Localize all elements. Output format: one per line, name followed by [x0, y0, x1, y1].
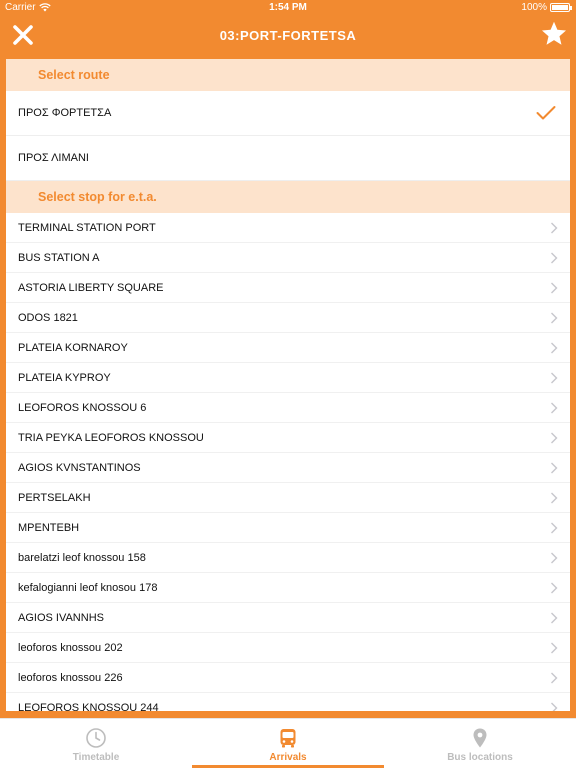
stop-item[interactable]: leoforos knossou 202	[6, 633, 570, 663]
page-title: 03:PORT-FORTETSA	[219, 28, 357, 43]
star-icon	[541, 21, 567, 45]
stop-item[interactable]: barelatzi leof knossou 158	[6, 543, 570, 573]
stop-label: TERMINAL STATION PORT	[18, 221, 156, 234]
stop-label: AGIOS IVANNHS	[18, 611, 104, 624]
chevron-right-icon	[551, 372, 558, 384]
chevron-right-icon	[551, 252, 558, 264]
stop-label: leoforos knossou 202	[18, 641, 123, 654]
stop-label: AGIOS KVNSTANTINOS	[18, 461, 141, 474]
chevron-right-icon	[551, 222, 558, 234]
stop-label: BUS STATION A	[18, 251, 100, 264]
stop-item[interactable]: LEOFOROS KNOSSOU 244	[6, 693, 570, 711]
tab-label: Arrivals	[269, 752, 307, 763]
stop-item[interactable]: PLATEIA KYPROY	[6, 363, 570, 393]
stop-label: LEOFOROS KNOSSOU 244	[18, 701, 159, 712]
stop-item[interactable]: ΜΡΕΝΤΕΒΗ	[6, 513, 570, 543]
stop-item[interactable]: PLATEIA KORNAROY	[6, 333, 570, 363]
stop-label: PLATEIA KORNAROY	[18, 341, 128, 354]
stop-section-header: Select stop for e.t.a.	[6, 181, 570, 213]
chevron-right-icon	[551, 492, 558, 504]
route-label: ΠΡΟΣ ΛΙΜΑΝΙ	[18, 152, 89, 164]
chevron-right-icon	[551, 702, 558, 711]
chevron-right-icon	[551, 672, 558, 684]
stop-item[interactable]: BUS STATION A	[6, 243, 570, 273]
tab-label: Bus locations	[447, 752, 513, 763]
tab-bus-locations[interactable]: Bus locations	[384, 719, 576, 768]
stop-label: TRIA PEYKA LEOFOROS KNOSSOU	[18, 431, 204, 444]
stop-item[interactable]: kefalogianni leof knosou 178	[6, 573, 570, 603]
tab-timetable[interactable]: Timetable	[0, 719, 192, 768]
chevron-right-icon	[551, 402, 558, 414]
route-item-fortetsa[interactable]: ΠΡΟΣ ΦΟΡΤΕΤΣΑ	[6, 91, 570, 136]
stop-label: PERTSELAKH	[18, 491, 91, 504]
nav-bar: 03:PORT-FORTETSA	[0, 16, 576, 56]
stop-label: LEOFOROS KNOSSOU 6	[18, 401, 147, 414]
tab-bar: Timetable Arrivals Bus locations	[0, 718, 576, 768]
tab-arrivals[interactable]: Arrivals	[192, 719, 384, 768]
chevron-right-icon	[551, 342, 558, 354]
clock-icon	[86, 728, 106, 748]
chevron-right-icon	[551, 552, 558, 564]
stop-item[interactable]: TERMINAL STATION PORT	[6, 213, 570, 243]
chevron-right-icon	[551, 312, 558, 324]
battery-indicator: 100%	[521, 2, 572, 13]
chevron-right-icon	[551, 462, 558, 474]
checkmark-icon	[536, 106, 556, 120]
stop-label: barelatzi leof knossou 158	[18, 551, 146, 564]
status-bar: Carrier 1:54 PM 100%	[0, 0, 576, 16]
content-panel: Select route ΠΡΟΣ ΦΟΡΤΕΤΣΑ ΠΡΟΣ ΛΙΜΑΝΙ S…	[6, 59, 570, 711]
battery-percent: 100%	[521, 2, 547, 13]
route-item-limani[interactable]: ΠΡΟΣ ΛΙΜΑΝΙ	[6, 136, 570, 181]
chevron-right-icon	[551, 612, 558, 624]
stop-item[interactable]: LEOFOROS KNOSSOU 6	[6, 393, 570, 423]
chevron-right-icon	[551, 432, 558, 444]
bus-icon	[280, 729, 296, 748]
chevron-right-icon	[551, 582, 558, 594]
chevron-right-icon	[551, 522, 558, 534]
status-clock: 1:54 PM	[269, 2, 307, 13]
route-label: ΠΡΟΣ ΦΟΡΤΕΤΣΑ	[18, 107, 112, 119]
stop-item[interactable]: ASTORIA LIBERTY SQUARE	[6, 273, 570, 303]
stop-label: PLATEIA KYPROY	[18, 371, 111, 384]
tab-label: Timetable	[72, 752, 120, 763]
stop-item[interactable]: TRIA PEYKA LEOFOROS KNOSSOU	[6, 423, 570, 453]
favorite-button[interactable]	[540, 20, 568, 48]
stop-label: ASTORIA LIBERTY SQUARE	[18, 281, 164, 294]
stop-label: leoforos knossou 226	[18, 671, 123, 684]
route-section-header: Select route	[6, 59, 570, 91]
stop-item[interactable]: AGIOS IVANNHS	[6, 603, 570, 633]
stop-item[interactable]: leoforos knossou 226	[6, 663, 570, 693]
chevron-right-icon	[551, 642, 558, 654]
chevron-right-icon	[551, 282, 558, 294]
stop-item[interactable]: AGIOS KVNSTANTINOS	[6, 453, 570, 483]
stop-label: ODOS 1821	[18, 311, 78, 324]
map-pin-icon	[473, 728, 487, 748]
stop-label: ΜΡΕΝΤΕΒΗ	[18, 521, 80, 534]
stop-label: kefalogianni leof knosou 178	[18, 581, 158, 594]
stop-list: TERMINAL STATION PORT BUS STATION A ASTO…	[6, 213, 570, 711]
battery-icon	[550, 3, 572, 12]
stop-item[interactable]: ODOS 1821	[6, 303, 570, 333]
stop-item[interactable]: PERTSELAKH	[6, 483, 570, 513]
